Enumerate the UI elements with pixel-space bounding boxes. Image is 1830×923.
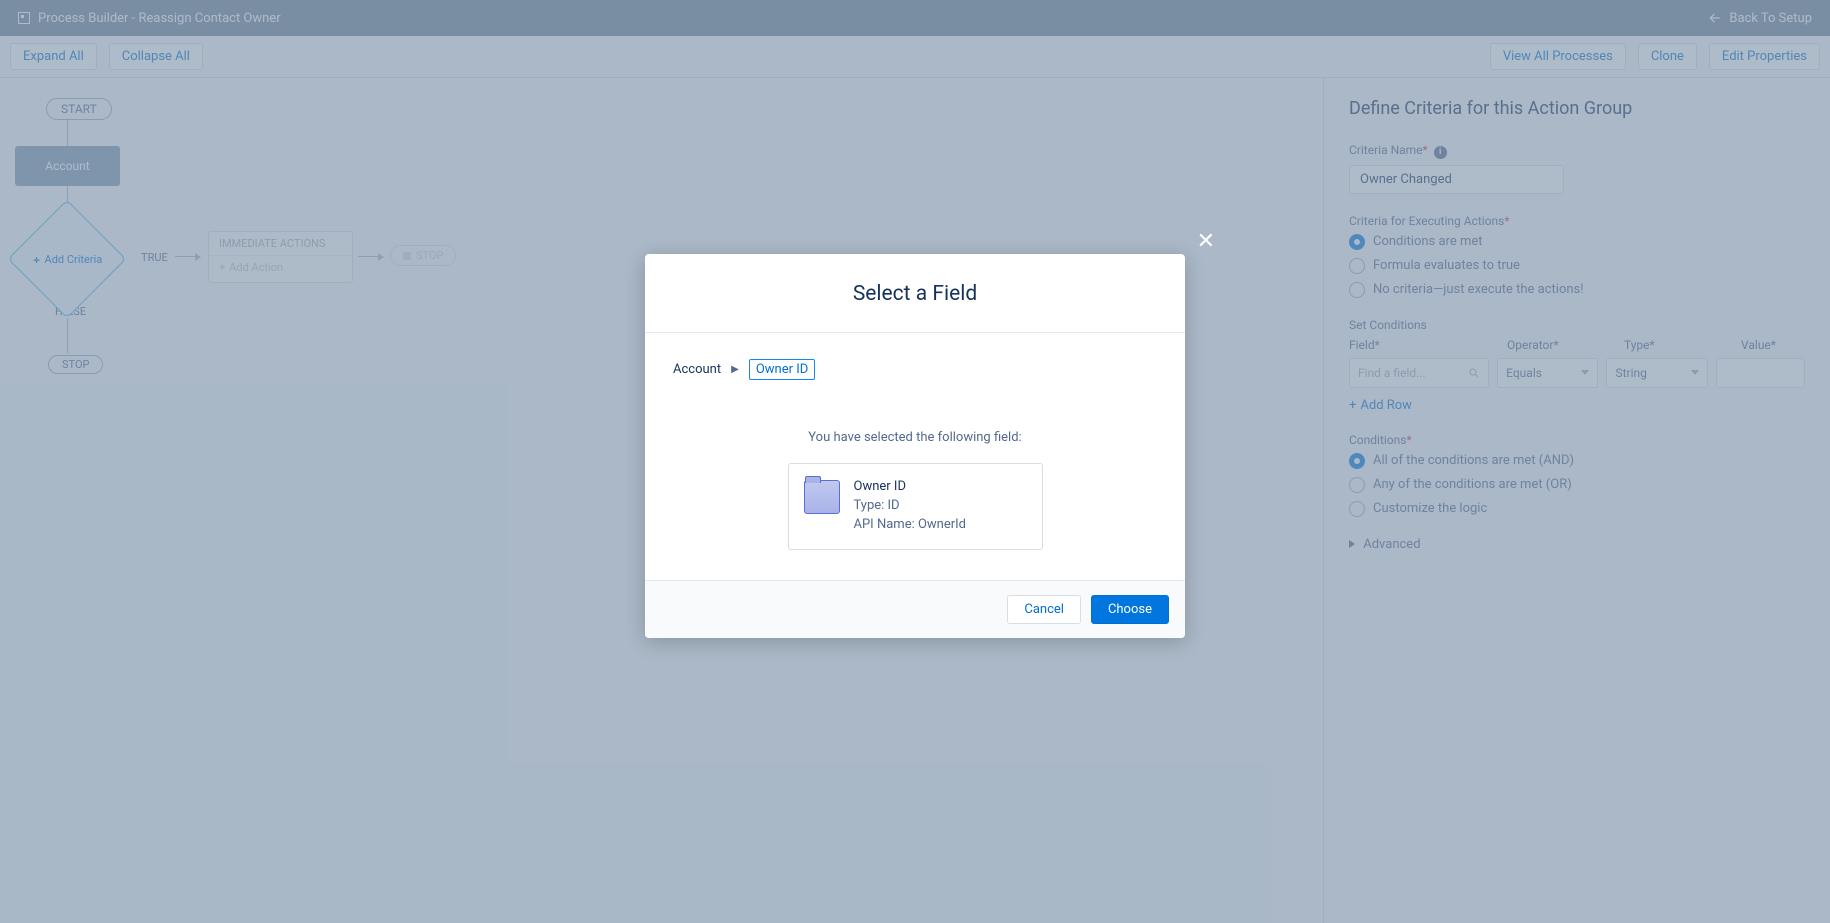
field-info: Owner ID Type: ID API Name: OwnerId xyxy=(854,478,967,535)
field-api: API Name: OwnerId xyxy=(854,516,967,535)
selected-field-card: Owner ID Type: ID API Name: OwnerId xyxy=(788,463,1043,550)
modal-overlay: ✕ Select a Field Account ▶ Owner ID You … xyxy=(0,0,1830,923)
field-name: Owner ID xyxy=(854,478,967,497)
choose-button[interactable]: Choose xyxy=(1091,595,1169,624)
selection-message: You have selected the following field: xyxy=(673,430,1157,445)
breadcrumb-root[interactable]: Account xyxy=(673,362,721,377)
modal-body: Account ▶ Owner ID You have selected the… xyxy=(645,333,1185,580)
breadcrumb-selected[interactable]: Owner ID xyxy=(749,359,815,380)
modal-footer: Cancel Choose xyxy=(645,580,1185,638)
folder-icon xyxy=(804,480,840,514)
breadcrumb: Account ▶ Owner ID xyxy=(673,359,1157,380)
select-field-modal: ✕ Select a Field Account ▶ Owner ID You … xyxy=(645,254,1185,638)
close-icon[interactable]: ✕ xyxy=(1197,229,1215,254)
cancel-button[interactable]: Cancel xyxy=(1007,595,1081,624)
chevron-right-icon: ▶ xyxy=(731,364,739,375)
field-type: Type: ID xyxy=(854,497,967,516)
modal-header: Select a Field xyxy=(645,254,1185,333)
modal-title: Select a Field xyxy=(665,282,1165,306)
